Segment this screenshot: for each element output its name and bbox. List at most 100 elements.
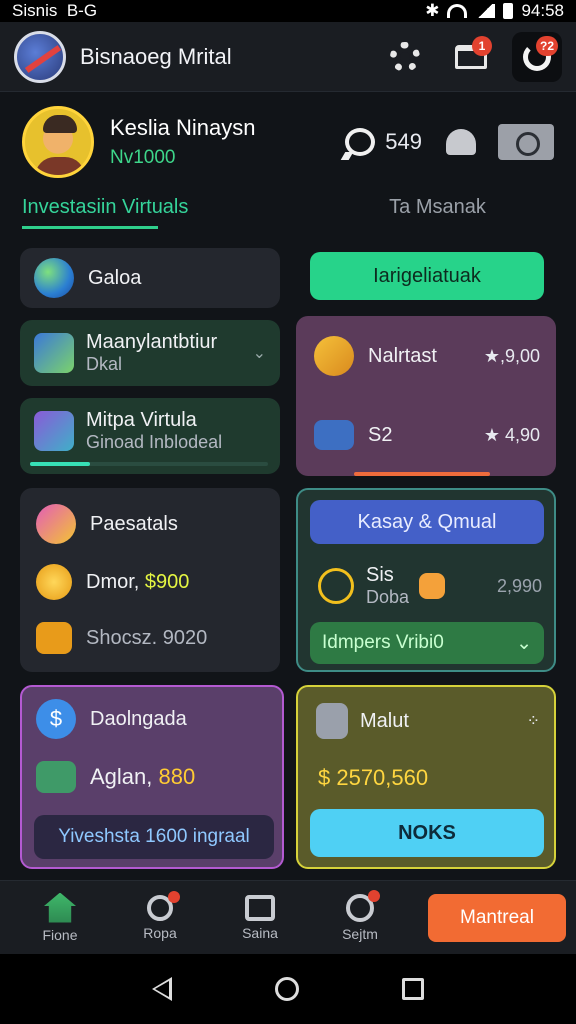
receipt-icon [36, 622, 72, 654]
malut-card: Malut ⁘ $ 2570,560 NOKS [296, 685, 556, 869]
helmet-icon[interactable] [446, 129, 476, 155]
emoji-icon [419, 573, 446, 599]
home-icon [44, 892, 76, 923]
noks-button[interactable]: NOKS [310, 809, 544, 857]
nav-ropa-label: Ropa [143, 924, 177, 941]
market-value: ★,9,00 [483, 345, 540, 366]
kasy-sub: Doba [366, 587, 410, 607]
notification-badge: 1 [472, 35, 492, 56]
app-title: Bisnaoeg Mrital [80, 43, 232, 69]
green-action-button[interactable]: Iarigeliatuak [310, 252, 544, 300]
market-row2-label: S2 [368, 423, 393, 446]
flowers-icon [36, 504, 76, 544]
dadl-row: Aglan, 880 [90, 764, 196, 789]
tab-msanak[interactable]: Ta Msanak [299, 192, 576, 236]
market-label: Nalrtast [368, 344, 437, 367]
paes-card[interactable]: Paesatals Dmor, $900 Shocsz. 9020 [20, 488, 280, 672]
badge-icon [318, 568, 354, 604]
chat-icon [345, 128, 376, 156]
settings-button[interactable] [380, 32, 430, 82]
dadl-pill[interactable]: Yiveshsta 1600 ingraal [34, 815, 274, 859]
malut-label: Malut [360, 709, 409, 732]
market-card[interactable]: Nalrtast ★,9,00 S2 ★ 4,90 [296, 316, 556, 476]
mantreal-button[interactable]: Mantreal [428, 893, 566, 942]
gear-icon [390, 41, 420, 72]
signal-icon [475, 4, 496, 18]
mitpa-progress [30, 462, 268, 466]
profile-id: Nv1000 [110, 147, 176, 168]
briefcase-icon [245, 894, 275, 921]
home-circle-icon[interactable] [274, 977, 299, 1001]
paes-row1-value: $900 [144, 570, 190, 593]
market-accent [354, 472, 490, 476]
nav-ropa-badge [168, 890, 180, 903]
paes-row2: Shocsz. 9020 [86, 626, 208, 649]
globe-icon [34, 258, 74, 298]
document-icon [316, 703, 348, 739]
wifi-icon [447, 4, 468, 18]
more-icon[interactable]: ⁘ [527, 711, 540, 731]
app-logo [14, 30, 66, 83]
system-nav [0, 954, 576, 1024]
manage-sub: Dkal [86, 354, 123, 374]
nav-sejtm[interactable]: Sejtm [310, 889, 410, 942]
messages-stat[interactable]: 549 [345, 128, 422, 156]
profile-info: Keslia Ninaysn Nv1000 [110, 115, 345, 169]
globe-card[interactable]: Galoa [20, 248, 280, 308]
nav-ropa[interactable]: Ropa [110, 890, 210, 941]
manage-label: Maanylantbtiur [86, 331, 218, 353]
people-icon [34, 333, 74, 373]
coin-icon [36, 564, 72, 600]
mitpa-progress-fill [30, 462, 90, 466]
kasy-label: Sis [366, 564, 394, 586]
nav-home[interactable]: Fione [10, 892, 110, 943]
kasy-dropdown[interactable]: Idmpers Vribi0 ⌄ [310, 622, 544, 664]
battery-icon [503, 3, 514, 19]
camera-icon[interactable] [498, 124, 554, 160]
nav-saina-label: Saina [242, 924, 278, 941]
dadl-row-value: 880 [158, 764, 196, 789]
status-icons: ✱ 94:58 [425, 1, 564, 21]
kasy-value: 2,990 [496, 575, 542, 596]
nav-sejtm-label: Sejtm [342, 925, 378, 942]
chevron-down-icon: ⌄ [516, 632, 532, 654]
tab-investasi[interactable]: Investasiin Virtuals [0, 192, 299, 236]
profile-name: Keslia Ninaysn [110, 115, 256, 140]
dadl-card: $ Daolngada Aglan, 880 Yiveshsta 1600 in… [20, 685, 284, 869]
notifications-button[interactable]: 1 [446, 32, 496, 82]
power-button[interactable]: ?2 [512, 31, 562, 82]
nav-home-label: Fione [42, 926, 78, 943]
kasy-button[interactable]: Kasay & Qmual [310, 500, 544, 544]
manage-card[interactable]: Maanylantbtiur Dkal ⌄ [20, 320, 280, 386]
mitpa-label: Mitpa Virtula [86, 409, 197, 431]
dadl-label: Daolngada [90, 707, 187, 730]
back-icon[interactable] [151, 977, 172, 1001]
globe-label: Galoa [88, 266, 142, 289]
treasure-icon [314, 336, 354, 376]
kasy-dropdown-label: Idmpers Vribi0 [322, 632, 444, 653]
chevron-down-icon: ⌄ [252, 345, 266, 362]
mitpa-card[interactable]: Mitpa Virtula Ginoad Inblodeal [20, 398, 280, 474]
kasy-card: Kasay & Qmual Sis Doba 2,990 Idmpers Vri… [296, 488, 556, 672]
paes-label: Paesatals [90, 512, 178, 535]
status-bar: Sisnis B-G ✱ 94:58 [0, 0, 576, 22]
dollar-icon: $ [36, 699, 76, 739]
wallet-icon [36, 761, 76, 793]
messages-count: 549 [385, 129, 422, 154]
avatar[interactable] [22, 106, 94, 178]
recents-icon[interactable] [402, 978, 425, 1000]
mitpa-sub: Ginoad Inblodeal [86, 432, 223, 452]
status-carrier: Sisnis B-G [12, 1, 98, 20]
profile-section: Keslia Ninaysn Nv1000 549 [0, 92, 576, 192]
bottom-nav: Fione Ropa Saina Sejtm Mantreal [0, 880, 576, 954]
power-badge: ?2 [535, 35, 558, 56]
malut-value: $ 2570,560 [318, 765, 429, 790]
avatar-group-icon [34, 411, 74, 451]
market-row2-value: ★ 4,90 [483, 424, 540, 445]
app-bar: Bisnaoeg Mrital 1 ?2 [0, 22, 576, 92]
nav-saina[interactable]: Saina [210, 894, 310, 941]
calendar-icon [314, 420, 354, 450]
status-time: 94:58 [521, 1, 564, 20]
bluetooth-icon: ✱ [425, 1, 440, 20]
nav-sejtm-badge [368, 889, 380, 902]
